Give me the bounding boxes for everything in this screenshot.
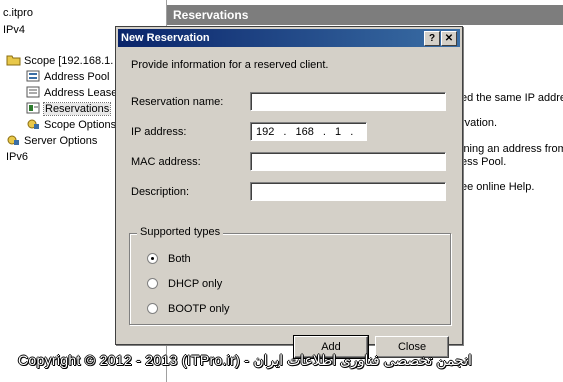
tree-item-address-pool[interactable]: Address Pool	[26, 69, 109, 85]
radio-both[interactable]: Both	[147, 252, 191, 266]
options-icon	[26, 118, 41, 130]
ip-address-input[interactable]: 192 . 168 . 1 .	[250, 122, 367, 141]
results-text: ining an address from	[461, 143, 563, 155]
tree-item-reservations[interactable]: Reservations	[26, 101, 112, 117]
radio-unselected-icon	[147, 278, 158, 289]
description-input[interactable]	[250, 182, 446, 201]
reservation-name-input[interactable]	[250, 92, 446, 111]
radio-selected-icon	[147, 253, 158, 264]
radio-label: DHCP only	[168, 278, 223, 290]
ip-address-label: IP address:	[131, 126, 187, 138]
dialog-title: New Reservation	[121, 32, 210, 44]
radio-bootp-only[interactable]: BOOTP only	[147, 302, 230, 316]
tree-item-ipv6[interactable]: IPv6	[6, 149, 28, 165]
supported-types-legend: Supported types	[137, 226, 224, 238]
results-pane-header: Reservations	[167, 5, 563, 25]
supported-types-group: Supported types Both DHCP only BOOTP onl…	[129, 226, 451, 325]
dialog-titlebar[interactable]: New Reservation ? ✕	[118, 29, 460, 47]
new-reservation-dialog: New Reservation ? ✕ Provide information …	[115, 26, 463, 359]
radio-dhcp-only[interactable]: DHCP only	[147, 277, 222, 291]
lease-icon	[26, 86, 41, 98]
results-text: ee online Help.	[461, 181, 535, 193]
tree-item-scope-options[interactable]: Scope Options	[26, 117, 116, 133]
tree-item-label: Scope [192.168.1.	[24, 55, 114, 67]
results-text: ed the same IP addre	[461, 92, 563, 104]
description-label: Description:	[131, 186, 190, 198]
radio-label: Both	[168, 253, 191, 265]
pool-icon	[26, 70, 41, 82]
tree-item-label: Reservations	[42, 102, 112, 116]
tree-item-label: IPv4	[3, 24, 26, 36]
copyright-watermark: Copyright © 2012 - 2013 (ITPro.ir) - انج…	[18, 352, 472, 368]
tree-item-label: Server Options	[24, 135, 98, 147]
tree-item-label: Address Pool	[44, 71, 110, 83]
reservation-icon	[26, 102, 41, 114]
dialog-intro: Provide information for a reserved clien…	[131, 59, 329, 71]
tree-item-label: IPv6	[6, 151, 29, 163]
tree-item-label: c.itpro	[3, 7, 33, 19]
radio-unselected-icon	[147, 303, 158, 314]
dialog-body: Provide information for a reserved clien…	[118, 47, 460, 359]
tree-item-ipv4[interactable]: IPv4	[3, 22, 25, 38]
reservation-name-label: Reservation name:	[131, 96, 224, 108]
radio-label: BOOTP only	[168, 303, 230, 315]
close-icon[interactable]: ✕	[441, 31, 457, 46]
results-text: ess Pool.	[461, 156, 507, 168]
mac-address-input[interactable]	[250, 152, 446, 171]
options-icon	[6, 134, 21, 146]
tree-item-label: Scope Options	[44, 119, 117, 131]
tree-item-label: Address Lease	[44, 87, 118, 99]
help-button[interactable]: ?	[424, 31, 440, 46]
mac-address-label: MAC address:	[131, 156, 201, 168]
results-text: rvation.	[461, 117, 498, 129]
folder-icon	[6, 54, 21, 66]
tree-item-address-leases[interactable]: Address Lease	[26, 85, 117, 101]
tree-item-server-options[interactable]: Server Options	[6, 133, 97, 149]
tree-item-scope[interactable]: Scope [192.168.1.	[6, 53, 113, 69]
tree-item-server[interactable]: c.itpro	[3, 5, 33, 21]
